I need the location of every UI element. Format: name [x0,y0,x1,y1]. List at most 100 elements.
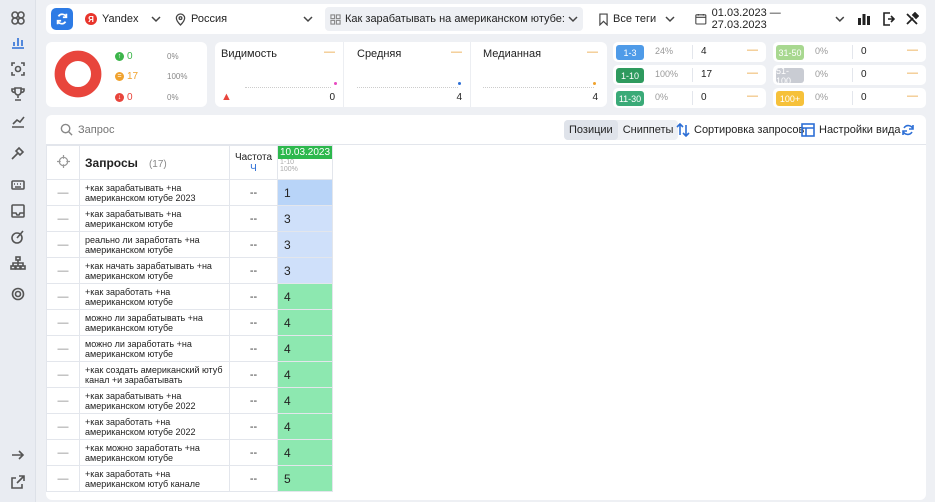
table-row[interactable]: — +как зарабатывать +на американском ютуб… [46,205,334,232]
divider [692,91,693,105]
region-select[interactable]: Россия [175,7,313,31]
table-row[interactable]: — +как зарабатывать +на американском ютуб… [46,387,334,414]
date-column-header[interactable]: 10.03.2023 1-10 100% [276,145,334,180]
row-select[interactable]: — [46,205,80,232]
table-row[interactable]: — +как зарабатывать +на американском ютуб… [46,179,334,206]
position-cell[interactable]: 4 [276,283,334,310]
project-select[interactable]: Как зарабатывать на американском ютубе: … [325,7,583,31]
range-badge: 1-10 [616,68,644,83]
row-select[interactable]: — [46,257,80,284]
query-search-input[interactable] [78,121,278,139]
positions-chart-icon[interactable] [8,32,28,52]
position-cell[interactable]: 3 [276,205,334,232]
table-row[interactable]: — +как создать американский ютуб канал +и… [46,361,334,388]
table-row[interactable]: — +как заработать +на американском ютуб к… [46,465,334,492]
query-text[interactable]: +как заработать +на американском ютубе [79,283,230,310]
table-row[interactable]: — +как заработать +на американском ютубе -… [46,283,334,310]
projects-icon[interactable] [8,8,28,28]
query-text[interactable]: +как зарабатывать +на американском ютубе [79,205,230,232]
analytics-icon[interactable] [8,227,28,247]
row-select[interactable]: — [46,413,80,440]
refresh-button[interactable] [51,8,73,30]
row-select[interactable]: — [46,361,80,388]
scan-icon[interactable] [8,59,28,79]
query-text[interactable]: +как зарабатывать +на американском ютубе… [79,387,230,414]
metric-value: 4 [456,92,462,103]
query-text[interactable]: можно ли зарабатывать +на американском ю… [79,309,230,336]
row-select[interactable]: — [46,309,80,336]
query-text[interactable]: +как можно заработать +на американском ю… [79,439,230,466]
range-change: — [747,67,758,79]
inbox-icon[interactable] [8,201,28,221]
row-select[interactable]: — [46,335,80,362]
warning-icon: ▲ [221,91,232,103]
range-count: 0 [861,69,867,80]
position-cell[interactable]: 3 [276,257,334,284]
range-row[interactable]: 1-3 24% 4 — [613,42,766,62]
keyboard-icon[interactable] [8,175,28,195]
tab-positions[interactable]: Позиции [564,120,618,140]
export-icon[interactable] [881,12,895,26]
range-count: 17 [701,69,713,80]
query-text[interactable]: +как зарабатывать +на американском ютубе… [79,179,230,206]
query-text[interactable]: можно ли заработать +на американском юту… [79,335,230,362]
table-row[interactable]: — +как начать зарабатывать +на американск… [46,257,334,284]
date-range-select[interactable]: 01.03.2023 — 27.03.2023 [695,7,845,31]
position-cell[interactable]: 1 [276,179,334,206]
query-text[interactable]: реально ли заработать +на американском ю… [79,231,230,258]
trophy-icon[interactable] [8,84,28,104]
query-text[interactable]: +как создать американский ютуб канал +и … [79,361,230,388]
range-count: 0 [701,92,707,103]
grid-icon [330,13,341,25]
position-cell[interactable]: 5 [276,465,334,492]
position-cell[interactable]: 4 [276,413,334,440]
position-cell[interactable]: 4 [276,439,334,466]
row-select[interactable]: — [46,179,80,206]
settings-icon[interactable] [8,284,28,304]
select-all-cell[interactable] [46,145,80,180]
frequency-header[interactable]: Частота Ч [229,145,278,180]
sitemap-icon[interactable] [8,253,28,273]
row-select[interactable]: — [46,439,80,466]
position-cell[interactable]: 4 [276,309,334,336]
sort-queries-button[interactable]: Сортировка запросов [676,120,804,140]
range-row[interactable]: 100+ 0% 0 — [773,88,926,108]
view-settings-button[interactable]: Настройки вида [801,120,901,140]
row-select[interactable]: — [46,283,80,310]
row-select[interactable]: — [46,387,80,414]
tools-icon[interactable] [8,143,28,163]
tags-select[interactable]: Все теги [599,7,675,31]
external-link-icon[interactable] [8,472,28,492]
sync-icon[interactable] [901,123,915,137]
range-row[interactable]: 1-10 100% 17 — [613,65,766,85]
divider [692,68,693,82]
sparkline-point [334,82,337,85]
table-row[interactable]: — можно ли зарабатывать +на американском … [46,309,334,336]
engine-select[interactable]: Я Yandex [85,7,161,31]
logout-arrow-icon[interactable] [8,445,28,465]
table-row[interactable]: — реально ли заработать +на американском … [46,231,334,258]
wrench-tools-icon[interactable] [905,12,919,26]
table-row[interactable]: — можно ли заработать +на американском ют… [46,335,334,362]
position-cell[interactable]: 3 [276,231,334,258]
range-row[interactable]: 51-100 0% 0 — [773,65,926,86]
position-cell[interactable]: 4 [276,361,334,388]
metric-average: Средняя — 4 [351,42,471,107]
query-text[interactable]: +как заработать +на американском ютубе 2… [79,413,230,440]
bar-chart-icon[interactable] [857,12,871,26]
table-row[interactable]: — +как заработать +на американском ютубе … [46,413,334,440]
row-select[interactable]: — [46,465,80,492]
range-row[interactable]: 11-30 0% 0 — [613,88,766,108]
range-row[interactable]: 31-50 0% 0 — [773,42,926,62]
date-column-pct: 100% [280,166,298,173]
query-text[interactable]: +как заработать +на американском ютуб ка… [79,465,230,492]
row-select[interactable]: — [46,231,80,258]
queries-header[interactable]: Запросы (17) [79,145,230,180]
date-column-label: 10.03.2023 [278,146,333,159]
table-row[interactable]: — +как можно заработать +на американском … [46,439,334,466]
query-text[interactable]: +как начать зарабатывать +на американско… [79,257,230,284]
position-cell[interactable]: 4 [276,387,334,414]
tab-snippets[interactable]: Сниппеты [618,120,679,140]
trend-icon[interactable] [8,111,28,131]
position-cell[interactable]: 4 [276,335,334,362]
